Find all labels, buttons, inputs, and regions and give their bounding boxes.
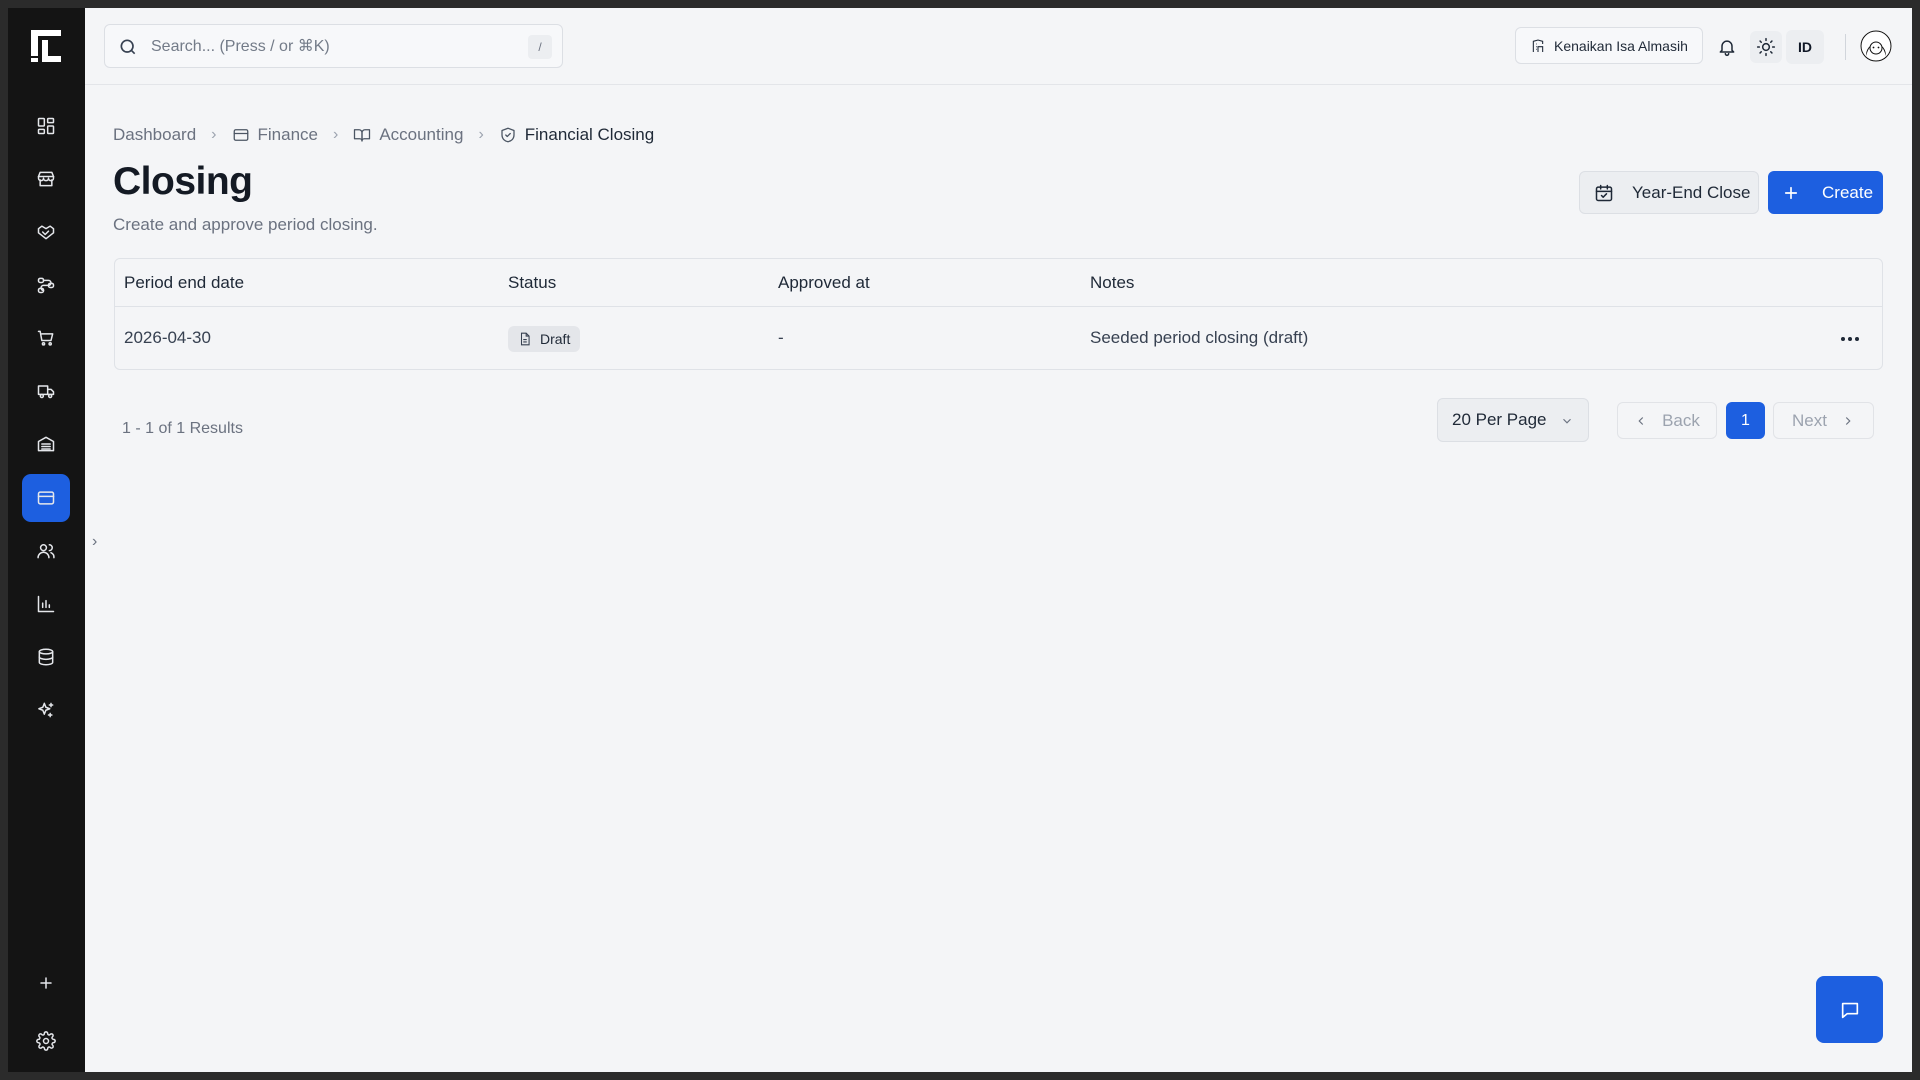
sidebar-item-workflow[interactable] [22, 261, 70, 309]
calendar-check-icon [1595, 184, 1613, 201]
column-header-approved-at[interactable]: Approved at [778, 273, 870, 293]
search-input[interactable] [151, 33, 511, 61]
sidebar-item-data[interactable] [22, 633, 70, 681]
page-button-current[interactable]: 1 [1726, 402, 1765, 439]
dashboard-grid-icon [37, 117, 55, 135]
sidebar [8, 8, 85, 1072]
next-button[interactable]: Next [1773, 402, 1874, 439]
chevron-left-icon [1638, 416, 1644, 425]
back-button[interactable]: Back [1617, 402, 1717, 439]
book-open-icon [354, 129, 371, 142]
truck-icon [37, 385, 55, 399]
sidebar-item-reports[interactable] [22, 580, 70, 628]
language-button[interactable]: ID [1786, 30, 1824, 64]
breadcrumb-label: Finance [257, 125, 318, 144]
sidebar-item-sales[interactable] [22, 314, 70, 362]
closing-table: Period end date Status Approved at Notes… [114, 258, 1883, 370]
chevron-down-icon [1563, 418, 1571, 424]
top-bar: / Kenaikan Isa Almasih ID [85, 8, 1912, 85]
page-title: Closing [113, 160, 253, 203]
breadcrumb-label: Dashboard [113, 125, 197, 144]
gear-icon [36, 1031, 56, 1051]
file-icon [520, 332, 530, 346]
plus-icon [40, 977, 52, 989]
sidebar-item-store[interactable] [22, 155, 70, 203]
per-page-value: 20 Per Page [1452, 410, 1547, 429]
credit-card-icon [37, 491, 55, 505]
theme-toggle-button[interactable] [1750, 31, 1782, 63]
year-end-close-label: Year-End Close [1632, 182, 1751, 202]
breadcrumb: Dashboard › Finance › Accounting › Finan… [113, 123, 654, 147]
create-button[interactable]: Create [1768, 171, 1883, 214]
chevron-right-icon [1845, 416, 1851, 425]
chevron-right-icon: › [478, 126, 484, 143]
chevron-right-icon: › [332, 126, 339, 143]
year-end-close-button[interactable]: Year-End Close [1579, 171, 1759, 214]
organization-switcher[interactable]: Kenaikan Isa Almasih [1515, 27, 1703, 64]
sidebar-settings-button[interactable] [22, 1017, 70, 1065]
header-divider [1845, 34, 1846, 60]
building-flag-icon [1532, 38, 1544, 52]
period-end-date-cell: 2026-04-30 [124, 328, 211, 347]
app-window: › / Kenaikan Isa Almasih ID [8, 8, 1912, 1072]
notifications-button[interactable] [1711, 31, 1743, 63]
bar-chart-icon [37, 595, 55, 613]
shield-check-icon [501, 127, 515, 143]
breadcrumb-finance[interactable]: Finance [232, 125, 318, 145]
column-header-period-end-date[interactable]: Period end date [124, 273, 244, 293]
approved-at-cell: - [778, 328, 784, 347]
column-header-status[interactable]: Status [508, 273, 556, 293]
next-label: Next [1792, 410, 1827, 430]
handshake-icon [37, 225, 55, 240]
sidebar-item-warehouse[interactable] [22, 420, 70, 468]
search-icon [120, 39, 136, 55]
plus-icon [1784, 186, 1798, 199]
sidebar-item-dashboard[interactable] [22, 102, 70, 150]
sidebar-item-partners[interactable] [22, 208, 70, 256]
users-icon [37, 544, 55, 559]
database-icon [38, 648, 54, 666]
table-header: Period end date Status Approved at Notes [115, 259, 1882, 307]
sidebar-item-finance[interactable] [22, 474, 70, 522]
chat-bubble-icon [1841, 1002, 1858, 1018]
sidebar-add-button[interactable] [22, 959, 70, 1007]
status-badge-label: Draft [540, 331, 571, 347]
chat-button[interactable] [1816, 976, 1883, 1043]
breadcrumb-accounting[interactable]: Accounting [353, 125, 463, 145]
breadcrumb-dashboard[interactable]: Dashboard [113, 125, 196, 145]
create-label: Create [1822, 182, 1874, 202]
search-box[interactable]: / [104, 24, 563, 68]
workflow-icon [37, 277, 55, 294]
warehouse-icon [37, 436, 55, 452]
sidebar-item-ai[interactable] [22, 686, 70, 734]
chevron-right-icon: › [211, 126, 217, 143]
breadcrumb-label: Financial Closing [524, 125, 655, 144]
per-page-select[interactable]: 20 Per Page [1437, 398, 1589, 442]
sidebar-item-people[interactable] [22, 527, 70, 575]
bell-icon [1719, 40, 1735, 57]
store-icon [37, 171, 55, 187]
page-subtitle: Create and approve period closing. [113, 215, 378, 234]
column-header-notes[interactable]: Notes [1090, 273, 1134, 293]
credit-card-icon [233, 129, 248, 141]
notes-cell: Seeded period closing (draft) [1090, 328, 1309, 347]
sidebar-expand-chevron-icon[interactable]: › [92, 532, 104, 552]
breadcrumb-label: Accounting [379, 125, 464, 144]
sparkles-icon [38, 702, 54, 718]
organization-name: Kenaikan Isa Almasih [1554, 37, 1688, 54]
app-logo[interactable] [29, 28, 63, 64]
table-row[interactable]: 2026-04-30 Draft - Seeded period closing… [115, 307, 1882, 370]
back-label: Back [1662, 410, 1700, 430]
sun-icon [1756, 37, 1776, 57]
sidebar-item-delivery[interactable] [22, 367, 70, 415]
status-badge: Draft [508, 326, 581, 352]
avatar[interactable] [1860, 30, 1892, 62]
cart-icon [37, 330, 54, 346]
row-actions-more-icon[interactable] [1836, 325, 1864, 353]
results-count: 1 - 1 of 1 Results [122, 420, 243, 437]
search-shortcut-key: / [528, 35, 552, 59]
breadcrumb-financial-closing: Financial Closing [499, 125, 654, 145]
